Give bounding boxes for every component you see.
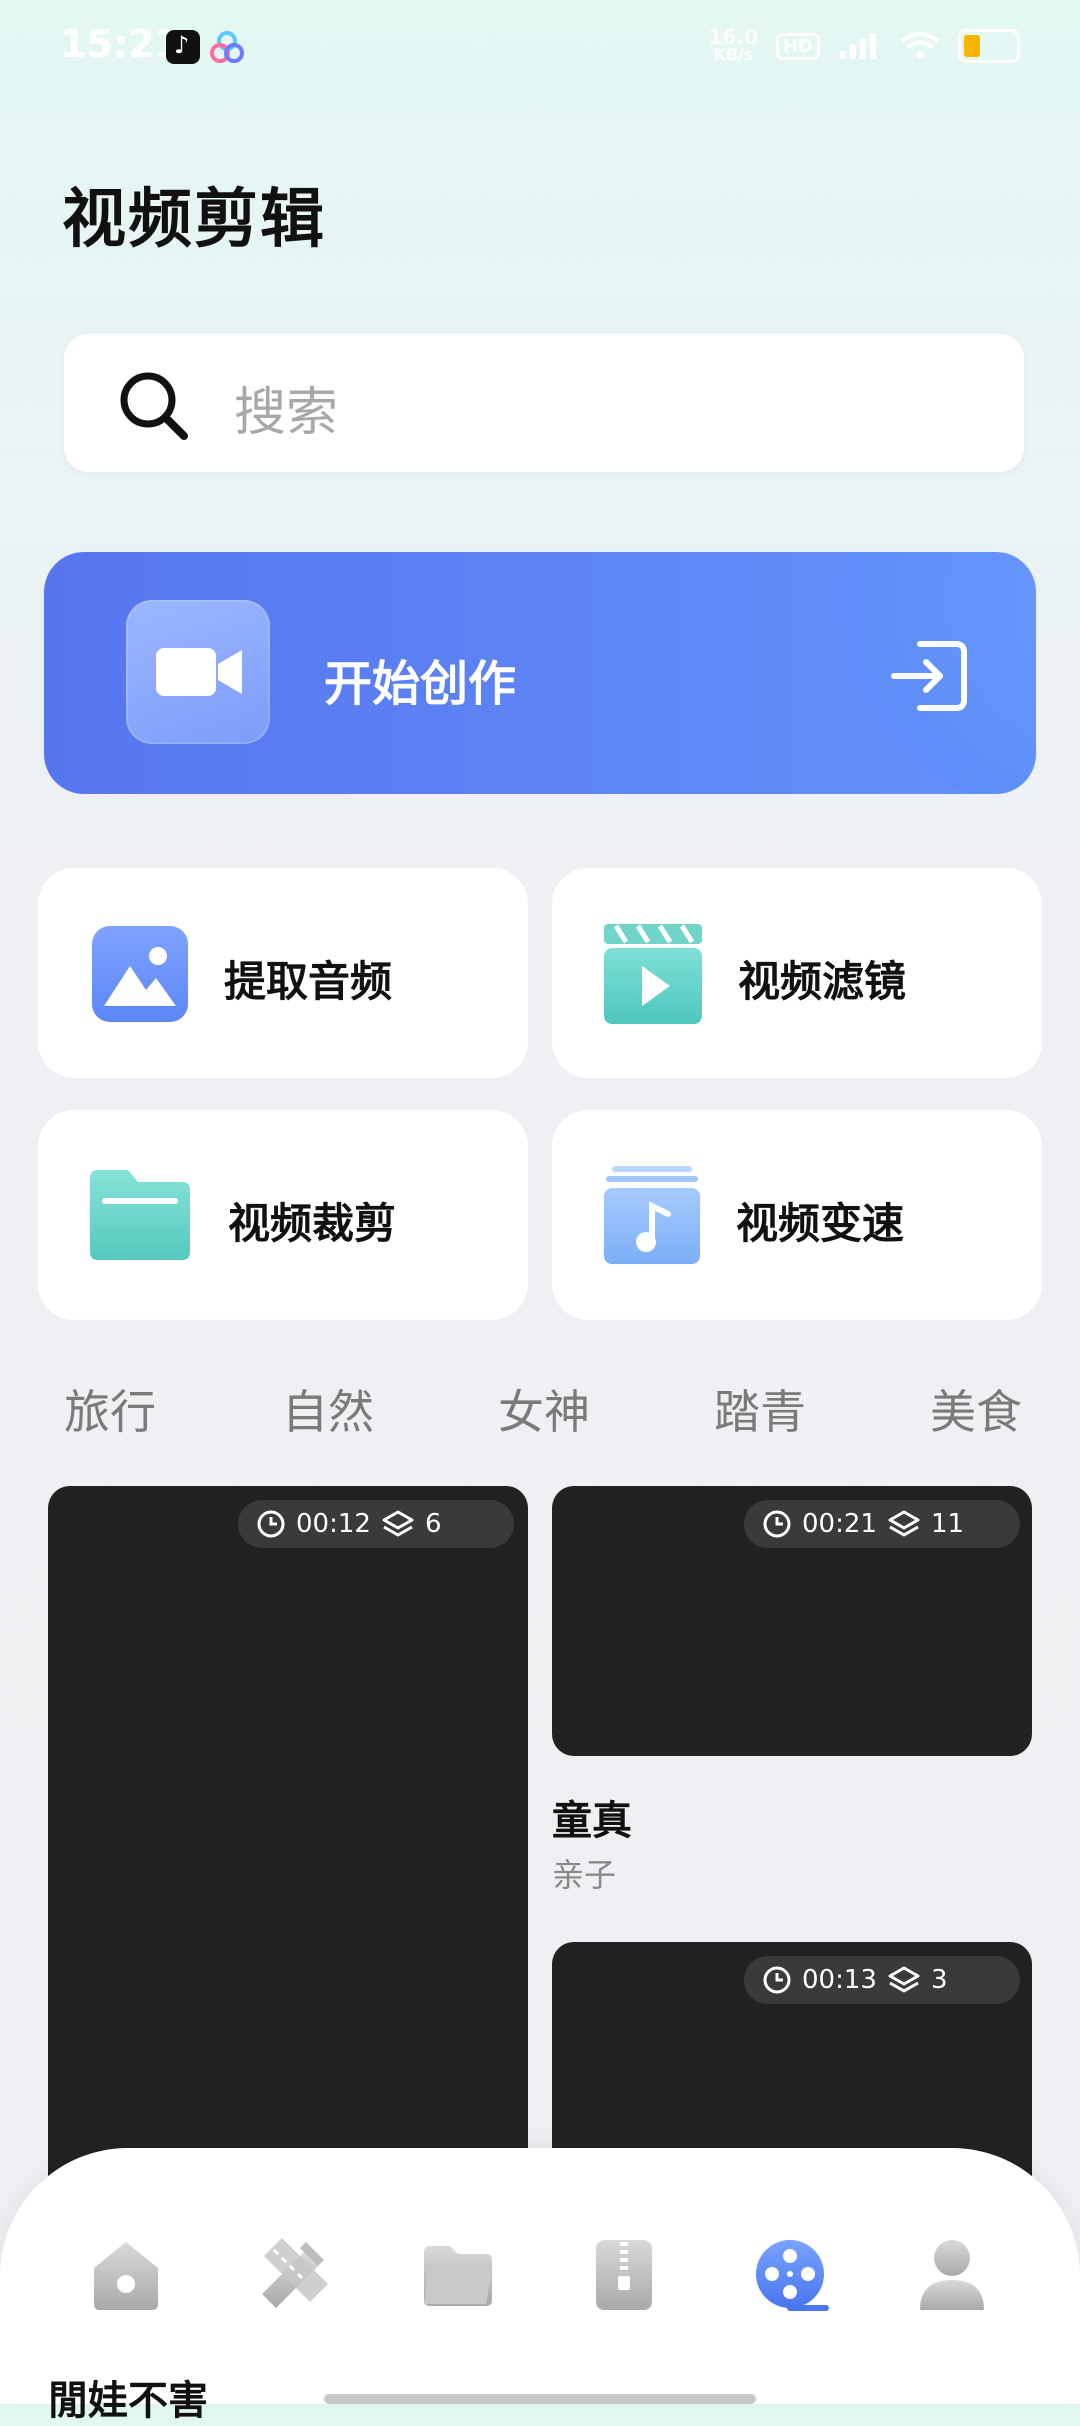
page-title: 视频剪辑 bbox=[62, 183, 326, 257]
tool-video-filter[interactable]: 视频滤镜 bbox=[552, 868, 1042, 1078]
user-icon[interactable] bbox=[912, 2234, 992, 2314]
template-subtitle: 亲子 bbox=[552, 1856, 617, 1894]
zip-icon[interactable] bbox=[584, 2234, 664, 2314]
tab-category[interactable]: 女神 bbox=[498, 1376, 590, 1442]
tab-category[interactable]: 旅行 bbox=[64, 1376, 156, 1442]
play-clapper-icon bbox=[604, 924, 702, 1024]
music-stack-icon bbox=[604, 1166, 700, 1264]
layers-count: 11 bbox=[930, 1509, 965, 1539]
tool-label: 视频变速 bbox=[736, 1199, 905, 1248]
template-meta: 00:21 11 bbox=[744, 1500, 1020, 1548]
tab-category[interactable]: 踏青 bbox=[714, 1376, 806, 1442]
home-indicator[interactable] bbox=[324, 2394, 756, 2404]
wifi-icon bbox=[900, 32, 940, 59]
start-creating-label: 开始创作 bbox=[324, 656, 517, 712]
tab-category[interactable]: 自然 bbox=[282, 1376, 374, 1442]
folder-icon[interactable] bbox=[418, 2234, 498, 2314]
video-camera-icon bbox=[156, 648, 242, 696]
image-icon bbox=[92, 926, 188, 1022]
duration-label: 00:13 bbox=[802, 1965, 877, 1995]
battery-icon bbox=[958, 29, 1020, 63]
pencil-ruler-icon[interactable] bbox=[252, 2234, 332, 2314]
search-icon bbox=[120, 372, 188, 440]
tool-extract-audio[interactable]: 提取音频 bbox=[38, 868, 528, 1078]
network-speed: 16.0 KB/s bbox=[708, 25, 758, 64]
layers-icon bbox=[382, 1510, 414, 1537]
film-reel-icon[interactable] bbox=[750, 2234, 830, 2314]
hd-badge: HD bbox=[775, 32, 820, 60]
template-title: 童真 bbox=[552, 1798, 632, 1844]
clock-icon bbox=[763, 1966, 791, 1994]
start-creating-button[interactable]: 开始创作 bbox=[44, 552, 1036, 794]
template-meta: 00:12 6 bbox=[238, 1500, 514, 1548]
layers-count: 6 bbox=[424, 1509, 442, 1539]
search-input[interactable]: 搜索 bbox=[234, 370, 338, 445]
camera-tile bbox=[126, 600, 270, 744]
tab-category[interactable]: 美食 bbox=[930, 1376, 1022, 1442]
tool-label: 视频滤镜 bbox=[738, 957, 907, 1006]
template-title-partial: 閒娃不害 bbox=[48, 2378, 208, 2424]
folder-icon bbox=[90, 1170, 190, 1260]
search-bar[interactable]: 搜索 bbox=[64, 334, 1024, 472]
clock-icon bbox=[763, 1510, 791, 1538]
bottom-nav bbox=[0, 2148, 1080, 2404]
status-bar: 15:21 16.0 KB/s HD bbox=[0, 0, 1080, 100]
duration-label: 00:12 bbox=[296, 1509, 371, 1539]
category-tabs: 旅行 自然 女神 踏青 美食 bbox=[0, 1376, 1080, 1439]
status-time: 15:21 bbox=[60, 22, 181, 66]
template-meta: 00:13 3 bbox=[744, 1956, 1020, 2004]
signal-icon bbox=[840, 33, 876, 59]
duration-label: 00:21 bbox=[802, 1509, 877, 1539]
tiktok-icon bbox=[166, 30, 200, 64]
tool-label: 提取音频 bbox=[224, 957, 393, 1006]
tool-video-crop[interactable]: 视频裁剪 bbox=[38, 1110, 528, 1320]
app-logo-icon bbox=[210, 31, 244, 63]
layers-icon bbox=[888, 1510, 920, 1537]
clock-icon bbox=[257, 1510, 285, 1538]
home-icon[interactable] bbox=[86, 2234, 166, 2314]
tool-label: 视频裁剪 bbox=[228, 1199, 397, 1248]
layers-icon bbox=[888, 1966, 920, 1993]
layers-count: 3 bbox=[930, 1965, 948, 1995]
network-speed-value: 16.0 bbox=[708, 25, 758, 49]
status-right: 16.0 KB/s HD bbox=[708, 25, 1020, 64]
enter-icon bbox=[891, 641, 967, 711]
tool-video-speed[interactable]: 视频变速 bbox=[552, 1110, 1042, 1320]
network-speed-unit: KB/s bbox=[713, 45, 754, 64]
template-thumbnail[interactable]: 00:21 11 bbox=[552, 1486, 1032, 1756]
